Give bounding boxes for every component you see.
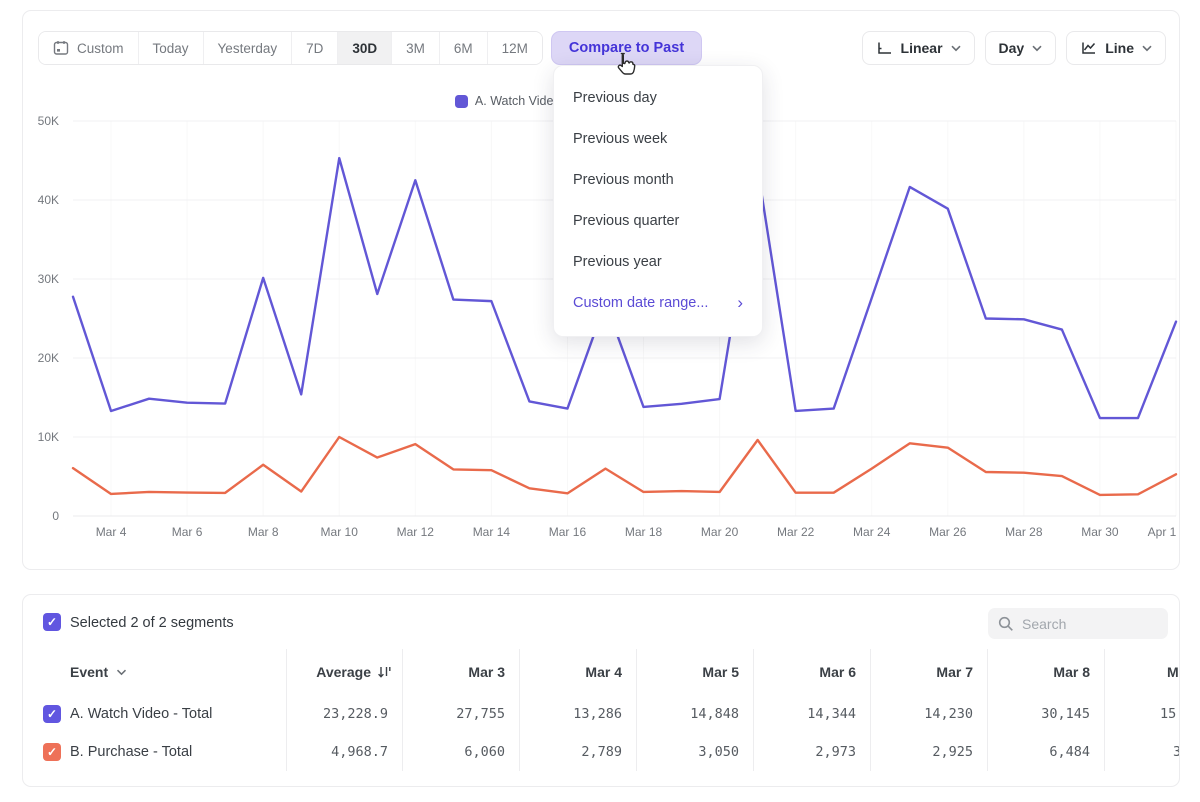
compare-dropdown-menu: Previous day Previous week Previous mont… — [553, 65, 763, 337]
svg-text:Apr 1: Apr 1 — [1148, 525, 1177, 539]
row-label: A. Watch Video - Total — [70, 706, 212, 722]
date-preset-3m[interactable]: 3M — [391, 32, 439, 64]
svg-text:Mar 30: Mar 30 — [1081, 525, 1119, 539]
line-chart-icon — [1080, 40, 1097, 56]
cell-value: 14,848 — [636, 695, 753, 733]
svg-text:30K: 30K — [38, 272, 59, 286]
cell-value: 2,925 — [870, 733, 987, 771]
interval-label: Day — [999, 40, 1025, 56]
svg-text:Mar 24: Mar 24 — [853, 525, 891, 539]
day-column-header: Mar 7 — [870, 649, 987, 695]
select-all-checkbox[interactable]: ✓ — [43, 613, 61, 631]
date-range-control: Custom Today Yesterday 7D 30D 3M 6M 12M — [38, 31, 543, 65]
svg-text:10K: 10K — [38, 430, 59, 444]
search-box[interactable] — [988, 608, 1168, 639]
svg-text:Mar 14: Mar 14 — [473, 525, 511, 539]
menu-item-previous-day[interactable]: Previous day — [554, 77, 762, 118]
event-column-header[interactable]: Event — [23, 649, 286, 695]
day-column-header: Mar 5 — [636, 649, 753, 695]
day-column-header: Mar 6 — [753, 649, 870, 695]
day-column-header-clipped: M — [1104, 649, 1180, 695]
chevron-down-icon — [951, 45, 961, 52]
chart-type-dropdown-button[interactable]: Line — [1066, 31, 1166, 65]
date-preset-yesterday[interactable]: Yesterday — [203, 32, 292, 64]
search-icon — [998, 616, 1014, 632]
day-column-header: Mar 8 — [987, 649, 1104, 695]
day-column-header: Mar 3 — [402, 649, 519, 695]
cell-value: 6,060 — [402, 733, 519, 771]
cell-value: 2,973 — [753, 733, 870, 771]
svg-text:0: 0 — [52, 509, 59, 523]
segments-table: Event Average Mar 3 Mar 4 Mar 5 Mar 6 Ma… — [23, 649, 1180, 771]
date-preset-today[interactable]: Today — [138, 32, 203, 64]
svg-text:Mar 22: Mar 22 — [777, 525, 815, 539]
interval-dropdown-button[interactable]: Day — [985, 31, 1057, 65]
cell-value: 2,789 — [519, 733, 636, 771]
svg-text:Mar 4: Mar 4 — [96, 525, 127, 539]
row-checkbox-purchase[interactable]: ✓ — [43, 743, 61, 761]
svg-text:Mar 26: Mar 26 — [929, 525, 967, 539]
cell-value: 13,286 — [519, 695, 636, 733]
scale-label: Linear — [901, 40, 943, 56]
cell-value: 3,050 — [636, 733, 753, 771]
chart-toolbar: Custom Today Yesterday 7D 30D 3M 6M 12M … — [38, 31, 1166, 65]
date-preset-custom[interactable]: Custom — [39, 32, 138, 64]
segments-panel: ✓ Selected 2 of 2 segments Event Average… — [22, 594, 1180, 787]
svg-text:Mar 16: Mar 16 — [549, 525, 587, 539]
average-column-header[interactable]: Average — [286, 649, 402, 695]
svg-text:Mar 10: Mar 10 — [321, 525, 359, 539]
svg-text:Mar 8: Mar 8 — [248, 525, 279, 539]
average-value: 4,968.7 — [286, 733, 402, 771]
cell-value: 27,755 — [402, 695, 519, 733]
legend-swatch-purple — [455, 95, 468, 108]
menu-item-previous-month[interactable]: Previous month — [554, 159, 762, 200]
svg-text:Mar 18: Mar 18 — [625, 525, 663, 539]
chevron-right-icon: › — [737, 294, 743, 311]
date-preset-label: Custom — [77, 41, 124, 56]
scale-dropdown-button[interactable]: Linear — [862, 31, 975, 65]
cell-value: 14,230 — [870, 695, 987, 733]
table-row-watch-video[interactable]: ✓ A. Watch Video - Total — [23, 695, 286, 733]
svg-text:Mar 12: Mar 12 — [397, 525, 435, 539]
svg-text:40K: 40K — [38, 193, 59, 207]
svg-text:20K: 20K — [38, 351, 59, 365]
date-preset-6m[interactable]: 6M — [439, 32, 487, 64]
day-column-header: Mar 4 — [519, 649, 636, 695]
cell-value: 6,484 — [987, 733, 1104, 771]
menu-item-previous-week[interactable]: Previous week — [554, 118, 762, 159]
svg-text:Mar 20: Mar 20 — [701, 525, 739, 539]
date-preset-30d[interactable]: 30D — [337, 32, 391, 64]
table-row-purchase[interactable]: ✓ B. Purchase - Total — [23, 733, 286, 771]
cell-value: 30,145 — [987, 695, 1104, 733]
menu-item-previous-quarter[interactable]: Previous quarter — [554, 200, 762, 241]
svg-text:Mar 28: Mar 28 — [1005, 525, 1043, 539]
segments-header-row: ✓ Selected 2 of 2 segments — [23, 595, 1179, 649]
chevron-down-icon — [116, 669, 127, 676]
search-input[interactable] — [1022, 616, 1152, 632]
calendar-icon — [53, 40, 69, 56]
date-preset-12m[interactable]: 12M — [487, 32, 542, 64]
cell-value-clipped: 15, — [1104, 695, 1180, 733]
chart-type-label: Line — [1105, 40, 1134, 56]
date-preset-7d[interactable]: 7D — [291, 32, 337, 64]
cell-value-clipped: 3, — [1104, 733, 1180, 771]
hand-cursor-icon — [611, 50, 638, 80]
linear-axis-icon — [876, 40, 893, 56]
row-label: B. Purchase - Total — [70, 744, 192, 760]
average-value: 23,228.9 — [286, 695, 402, 733]
sort-descending-icon — [377, 665, 392, 679]
menu-item-previous-year[interactable]: Previous year — [554, 241, 762, 282]
chevron-down-icon — [1142, 45, 1152, 52]
svg-text:Mar 6: Mar 6 — [172, 525, 203, 539]
selected-segments-label: Selected 2 of 2 segments — [70, 615, 234, 631]
row-checkbox-watch-video[interactable]: ✓ — [43, 705, 61, 723]
cell-value: 14,344 — [753, 695, 870, 733]
menu-item-custom-date-range[interactable]: Custom date range... › — [554, 282, 762, 323]
svg-text:50K: 50K — [38, 114, 59, 128]
chevron-down-icon — [1032, 45, 1042, 52]
